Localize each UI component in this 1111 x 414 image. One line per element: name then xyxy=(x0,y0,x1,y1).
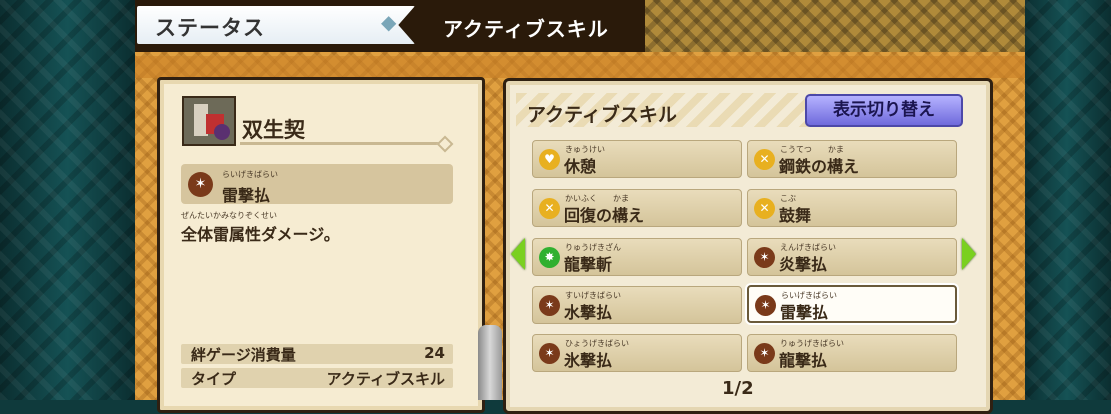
skill-button-ice-sweep[interactable]: ✶ ひょうげきばらい 氷撃払 xyxy=(532,334,742,372)
stance-icon: ✕ xyxy=(754,198,775,219)
attack-icon: ✶ xyxy=(188,172,213,197)
frame-band xyxy=(135,56,1025,78)
skill-label: 龍撃払 xyxy=(779,351,828,370)
stance-icon: ✕ xyxy=(539,198,560,219)
description-ruby: ぜんたいかみなりぞくせい xyxy=(181,211,277,220)
type-row: タイプ アクティブスキル xyxy=(181,368,453,388)
skill-label: 雷撃払 xyxy=(780,303,829,322)
skill-label: 鋼鉄の構え xyxy=(779,157,860,176)
panel-title: アクティブスキル xyxy=(527,104,677,126)
skill-label: 龍撃斬 xyxy=(564,255,613,274)
gauge-cost-row: 絆ゲージ消費量 24 xyxy=(181,344,453,364)
gauge-cost-label: 絆ゲージ消費量 xyxy=(191,346,296,364)
monster-portrait-icon xyxy=(182,96,236,146)
page-left-arrow-icon[interactable] xyxy=(511,238,525,270)
skill-button-dragon-slash[interactable]: ✸ りゅうげきざん 龍撃斬 xyxy=(532,238,742,276)
type-value: アクティブスキル xyxy=(326,370,445,388)
skill-button-encourage[interactable]: ✕ こぶ 鼓舞 xyxy=(747,189,957,227)
skill-label: 休憩 xyxy=(564,157,597,176)
skill-label: 炎撃払 xyxy=(779,255,828,274)
skill-button-dragon-sweep[interactable]: ✶ りゅうげきばらい 龍撃払 xyxy=(747,334,957,372)
skill-description: 全体雷属性ダメージ。 xyxy=(181,225,340,244)
gauge-cost-value: 24 xyxy=(424,344,445,362)
top-bar-pattern xyxy=(645,0,1025,52)
burst-icon: ✸ xyxy=(539,247,560,268)
selected-skill-name: 雷撃払 xyxy=(222,186,271,205)
skill-ruby: らいげきばらい xyxy=(222,170,278,179)
tab-status[interactable]: ステータス ◆ xyxy=(137,6,415,44)
tab-active-skill-label: アクティブスキル xyxy=(443,17,609,41)
tab-status-label: ステータス xyxy=(155,16,265,40)
attack-icon: ✶ xyxy=(754,343,775,364)
skill-button-rest[interactable]: ♥ きゅうけい 休憩 xyxy=(532,140,742,178)
page-indicator: 1/2 xyxy=(722,378,754,399)
top-bar: ステータス ◆ アクティブスキル xyxy=(135,0,1025,52)
skill-button-steel-stance[interactable]: ✕ こうてつ かま 鋼鉄の構え xyxy=(747,140,957,178)
skill-label: 回復の構え xyxy=(564,206,645,225)
skill-label: 氷撃払 xyxy=(564,351,613,370)
stance-icon: ✕ xyxy=(754,149,775,170)
attack-icon: ✶ xyxy=(539,343,560,364)
skill-label: 鼓舞 xyxy=(779,206,812,225)
attack-icon: ✶ xyxy=(754,247,775,268)
kinship-name: 双生契 xyxy=(242,118,305,142)
type-label: タイプ xyxy=(191,370,237,388)
page-right-arrow-icon[interactable] xyxy=(962,238,976,270)
toggle-display-button[interactable]: 表示切り替え xyxy=(805,94,963,127)
cursor-hand-icon xyxy=(478,325,502,400)
skill-button-fire-sweep[interactable]: ✶ えんげきばらい 炎撃払 xyxy=(747,238,957,276)
skill-label: 水撃払 xyxy=(564,303,613,322)
tab-ornament-icon: ◆ xyxy=(381,10,397,34)
skill-button-water-sweep[interactable]: ✶ すいげきばらい 水撃払 xyxy=(532,286,742,324)
attack-icon: ✶ xyxy=(755,295,776,316)
side-pattern-left xyxy=(0,0,135,400)
tab-active-skill[interactable]: アクティブスキル xyxy=(425,6,635,44)
skill-button-thunder-sweep[interactable]: ✶ らいげきばらい 雷撃払 xyxy=(747,285,957,323)
skill-button-recovery-stance[interactable]: ✕ かいふく かま 回復の構え xyxy=(532,189,742,227)
name-divider xyxy=(240,142,445,145)
side-pattern-right xyxy=(1023,0,1111,400)
attack-icon: ✶ xyxy=(539,295,560,316)
heart-icon: ♥ xyxy=(539,149,560,170)
